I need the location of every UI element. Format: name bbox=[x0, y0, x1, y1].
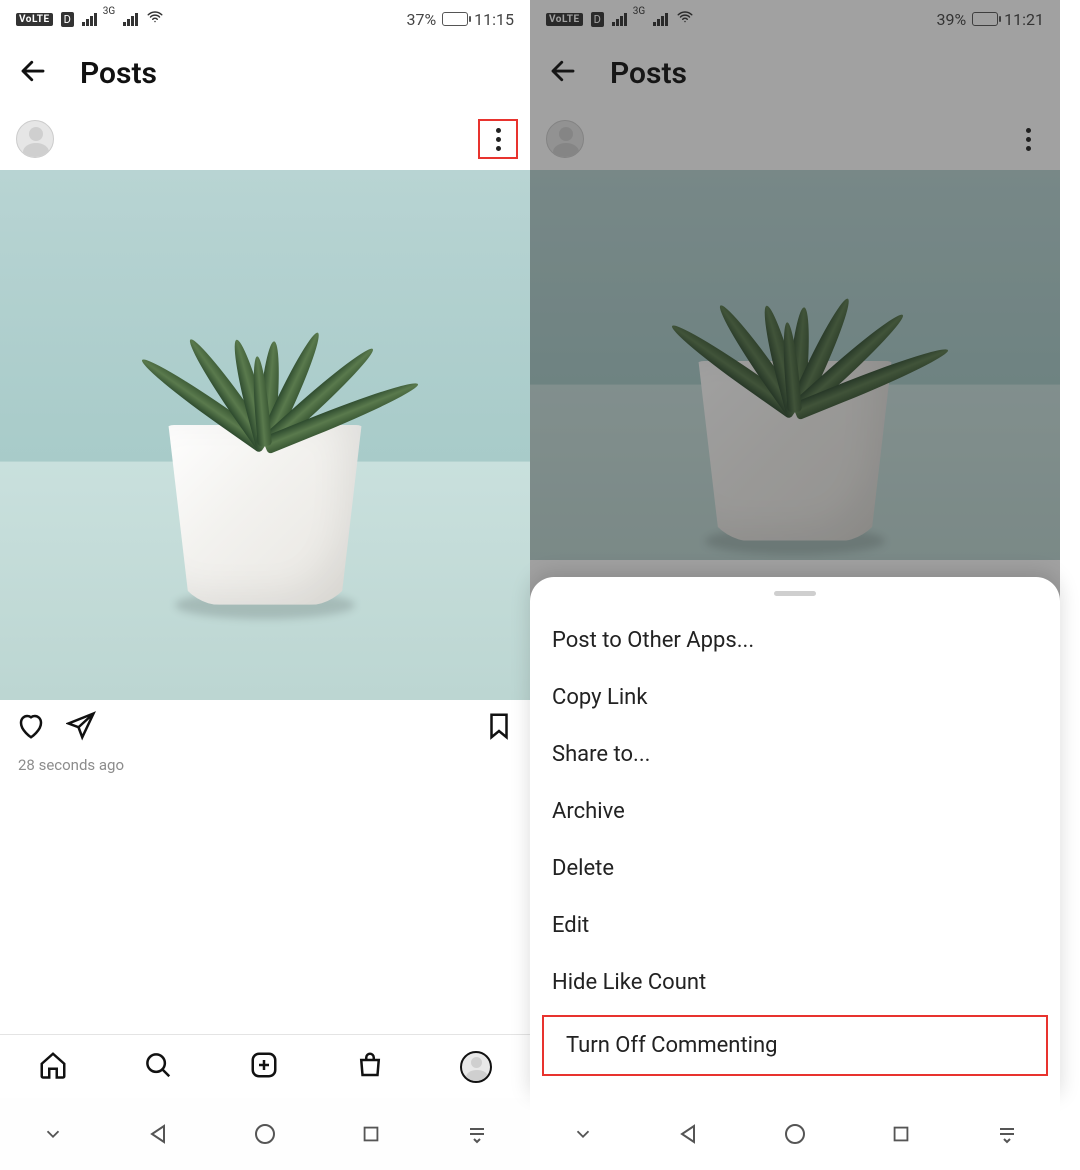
nav-search-icon[interactable] bbox=[143, 1050, 173, 1084]
options-bottom-sheet: Post to Other Apps... Copy Link Share to… bbox=[530, 577, 1060, 1098]
kebab-icon bbox=[496, 128, 501, 151]
post-timestamp: 28 seconds ago bbox=[0, 756, 530, 774]
post-header bbox=[0, 108, 530, 170]
clock: 11:21 bbox=[1004, 10, 1044, 29]
battery-icon bbox=[972, 12, 998, 26]
more-options-button[interactable] bbox=[478, 119, 518, 159]
status-bar: VoLTE D 3G 39% 11:21 bbox=[530, 0, 1060, 38]
volte-badge: VoLTE bbox=[16, 13, 53, 26]
app-header: Posts bbox=[530, 38, 1060, 108]
sys-home-icon[interactable] bbox=[782, 1121, 808, 1147]
avatar[interactable] bbox=[546, 120, 584, 158]
network-3g-label: 3G bbox=[633, 6, 645, 17]
volte-badge: VoLTE bbox=[546, 13, 583, 26]
sim-d-badge: D bbox=[61, 12, 74, 27]
back-arrow-icon[interactable] bbox=[548, 56, 578, 90]
menu-delete[interactable]: Delete bbox=[530, 840, 1060, 897]
battery-percent: 37% bbox=[406, 10, 436, 29]
sys-menu-icon[interactable] bbox=[464, 1121, 490, 1147]
phone-screen-right: VoLTE D 3G 39% 11:21 Posts bbox=[530, 0, 1060, 1170]
sys-dropdown-icon[interactable] bbox=[570, 1121, 596, 1147]
nav-shop-icon[interactable] bbox=[355, 1050, 385, 1084]
share-button[interactable] bbox=[66, 711, 96, 745]
bookmark-button[interactable] bbox=[484, 711, 514, 745]
back-arrow-icon[interactable] bbox=[18, 56, 48, 90]
system-nav bbox=[530, 1098, 1060, 1170]
more-options-button[interactable] bbox=[1008, 119, 1048, 159]
signal-icon-2 bbox=[653, 12, 668, 26]
sys-back-icon[interactable] bbox=[676, 1121, 702, 1147]
sim-d-badge: D bbox=[591, 12, 604, 27]
signal-icon-2 bbox=[123, 12, 138, 26]
menu-share-to[interactable]: Share to... bbox=[530, 726, 1060, 783]
app-header: Posts bbox=[0, 38, 530, 108]
post-image[interactable] bbox=[0, 170, 530, 700]
network-3g-label: 3G bbox=[103, 6, 115, 17]
sys-home-icon[interactable] bbox=[252, 1121, 278, 1147]
nav-profile-avatar[interactable] bbox=[460, 1051, 492, 1083]
page-title: Posts bbox=[80, 56, 157, 91]
sys-back-icon[interactable] bbox=[146, 1121, 172, 1147]
avatar[interactable] bbox=[16, 120, 54, 158]
sys-recent-icon[interactable] bbox=[358, 1121, 384, 1147]
wifi-icon bbox=[676, 8, 694, 30]
sys-menu-icon[interactable] bbox=[994, 1121, 1020, 1147]
bottom-nav bbox=[0, 1034, 530, 1098]
menu-archive[interactable]: Archive bbox=[530, 783, 1060, 840]
menu-hide-like-count[interactable]: Hide Like Count bbox=[530, 954, 1060, 1011]
nav-create-icon[interactable] bbox=[249, 1050, 279, 1084]
signal-icon bbox=[82, 12, 97, 26]
nav-home-icon[interactable] bbox=[38, 1050, 68, 1084]
post-actions bbox=[0, 700, 530, 756]
menu-copy-link[interactable]: Copy Link bbox=[530, 669, 1060, 726]
battery-percent: 39% bbox=[936, 10, 966, 29]
system-nav bbox=[0, 1098, 530, 1170]
sys-dropdown-icon[interactable] bbox=[40, 1121, 66, 1147]
sys-recent-icon[interactable] bbox=[888, 1121, 914, 1147]
clock: 11:15 bbox=[474, 10, 514, 29]
page-title: Posts bbox=[610, 56, 687, 91]
battery-icon bbox=[442, 12, 468, 26]
sheet-drag-handle[interactable] bbox=[774, 591, 816, 596]
kebab-icon bbox=[1026, 128, 1031, 151]
menu-turn-off-commenting[interactable]: Turn Off Commenting bbox=[542, 1015, 1048, 1076]
like-button[interactable] bbox=[16, 711, 46, 745]
phone-screen-left: VoLTE D 3G 37% 11:15 Posts bbox=[0, 0, 530, 1170]
signal-icon bbox=[612, 12, 627, 26]
menu-edit[interactable]: Edit bbox=[530, 897, 1060, 954]
post-image[interactable] bbox=[530, 170, 1060, 560]
menu-post-to-other-apps[interactable]: Post to Other Apps... bbox=[530, 612, 1060, 669]
status-bar: VoLTE D 3G 37% 11:15 bbox=[0, 0, 530, 38]
post-header bbox=[530, 108, 1060, 170]
wifi-icon bbox=[146, 8, 164, 30]
